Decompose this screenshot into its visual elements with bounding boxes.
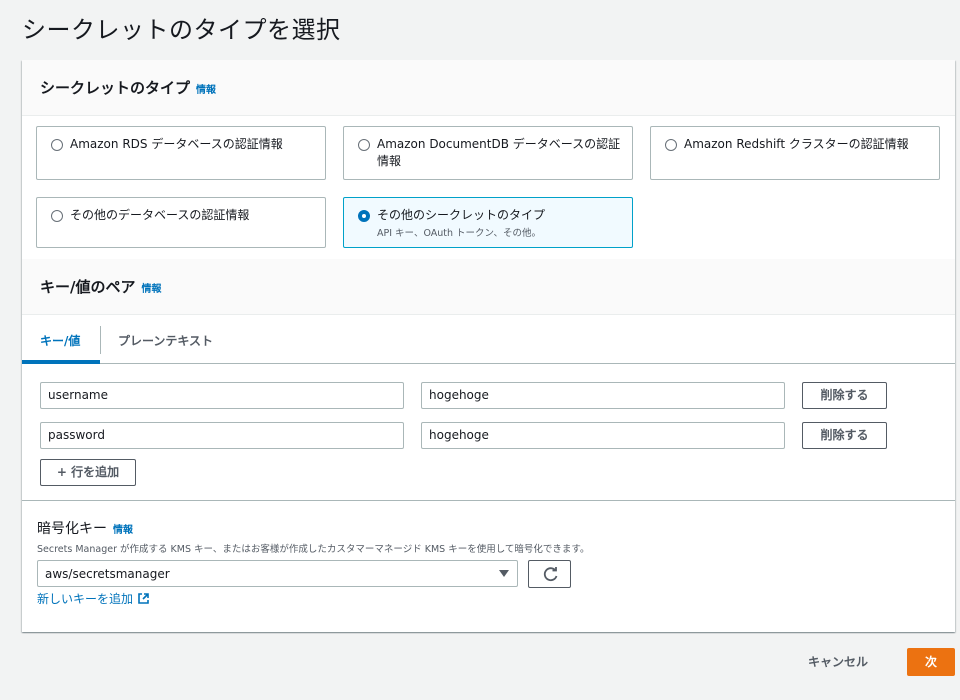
secret-type-option-other-db[interactable]: その他のデータベースの認証情報 (36, 197, 326, 248)
encryption-info-link[interactable]: 情報 (113, 525, 133, 536)
add-new-key-label: 新しいキーを追加 (37, 592, 134, 606)
encryption-description: Secrets Manager が作成する KMS キー、またはお客様が作成した… (37, 544, 590, 555)
secret-type-option-rds[interactable]: Amazon RDS データベースの認証情報 (36, 126, 326, 180)
radio-button[interactable] (358, 139, 370, 151)
value-input[interactable]: hogehoge (421, 382, 785, 409)
key-input[interactable]: username (40, 382, 404, 409)
cancel-button[interactable]: キャンセル (808, 653, 868, 670)
tab-key-value[interactable]: キー/値 (40, 332, 80, 349)
caret-down-icon (499, 570, 509, 577)
next-button[interactable]: 次 (907, 648, 955, 676)
option-label: Amazon DocumentDB データベースの認証情報 (377, 137, 621, 168)
refresh-icon (543, 567, 558, 582)
secret-type-info-link[interactable]: 情報 (196, 85, 216, 96)
secret-type-option-other-secret[interactable]: その他のシークレットのタイプ API キー、OAuth トークン、その他。 (343, 197, 633, 248)
secret-form-card: シークレットのタイプ 情報 Amazon RDS データベースの認証情報 Amaz… (22, 60, 955, 632)
tab-plaintext[interactable]: プレーンテキスト (118, 332, 213, 349)
add-row-button[interactable]: + 行を追加 (40, 459, 136, 486)
kv-pairs-header: キー/値のペア 情報 (22, 259, 955, 315)
refresh-button[interactable] (528, 560, 571, 588)
encryption-key-title: 暗号化キー (37, 521, 107, 537)
tab-divider (100, 326, 101, 354)
kv-pairs-info-link[interactable]: 情報 (141, 284, 161, 295)
option-label: その他のデータベースの認証情報 (70, 208, 250, 222)
encryption-key-select[interactable]: aws/secretsmanager (37, 560, 518, 587)
delete-row-button[interactable]: 削除する (802, 382, 887, 409)
section-divider (22, 500, 955, 501)
radio-button-checked[interactable] (358, 210, 370, 222)
secret-type-option-documentdb[interactable]: Amazon DocumentDB データベースの認証情報 (343, 126, 633, 180)
secret-type-header: シークレットのタイプ 情報 (22, 60, 955, 116)
selected-key-value: aws/secretsmanager (45, 567, 170, 581)
key-input[interactable]: password (40, 422, 404, 449)
add-new-key-link[interactable]: 新しいキーを追加 (37, 590, 150, 607)
active-tab-indicator (22, 360, 100, 364)
secret-type-option-redshift[interactable]: Amazon Redshift クラスターの認証情報 (650, 126, 940, 180)
option-description: API キー、OAuth トークン、その他。 (377, 228, 541, 239)
radio-button[interactable] (665, 139, 677, 151)
secret-type-title: シークレットのタイプ (40, 79, 191, 97)
external-link-icon (138, 593, 149, 604)
radio-button[interactable] (51, 210, 63, 222)
radio-button[interactable] (51, 139, 63, 151)
option-label: Amazon RDS データベースの認証情報 (70, 137, 283, 151)
kv-pairs-title: キー/値のペア (40, 278, 136, 296)
option-label: Amazon Redshift クラスターの認証情報 (684, 137, 909, 151)
value-input[interactable]: hogehoge (421, 422, 785, 449)
delete-row-button[interactable]: 削除する (802, 422, 887, 449)
option-label: その他のシークレットのタイプ (377, 208, 546, 222)
kv-tabs: キー/値 プレーンテキスト (22, 315, 955, 364)
page-title: シークレットのタイプを選択 (22, 16, 341, 44)
